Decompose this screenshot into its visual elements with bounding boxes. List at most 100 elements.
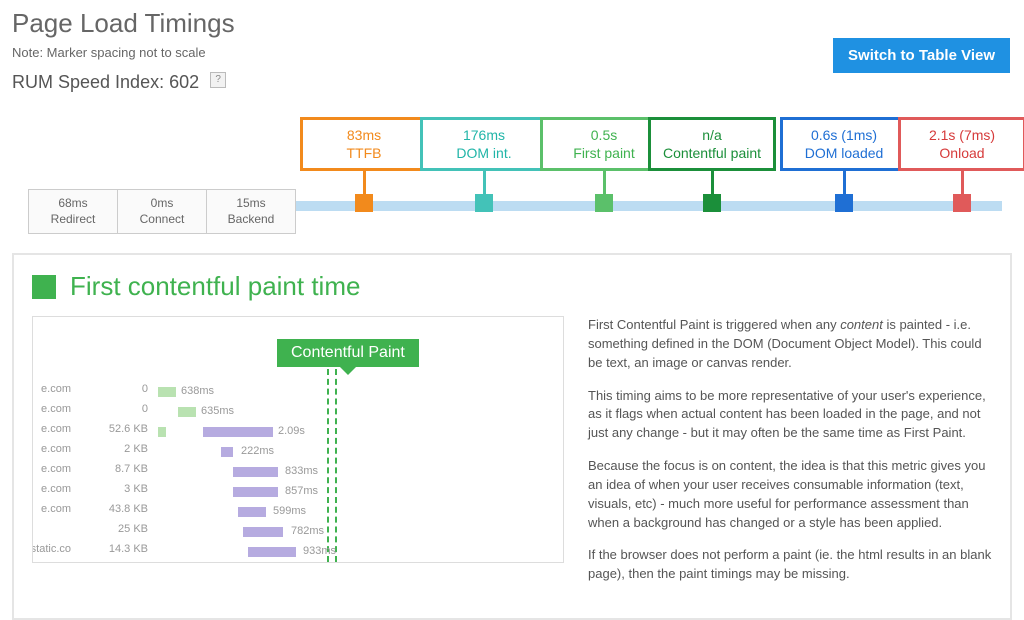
- row-duration: 635ms: [201, 405, 234, 417]
- row-duration: 599ms: [273, 505, 306, 517]
- row-bar-content: [233, 487, 278, 497]
- marker-label: Onload: [905, 144, 1019, 162]
- marker-ttfb[interactable]: 83msTTFB: [300, 117, 428, 212]
- timeline: 68msRedirect0msConnect15msBackend 83msTT…: [12, 117, 1012, 237]
- marker-node: [595, 194, 613, 212]
- row-duration: 638ms: [181, 385, 214, 397]
- row-duration: 222ms: [241, 445, 274, 457]
- row-bar-content: [203, 427, 273, 437]
- row-size: 0: [108, 403, 148, 415]
- marker-card: 0.6s (1ms)DOM loaded: [780, 117, 908, 171]
- waterfall-row: astatic.co14.3 KB933ms: [33, 543, 563, 561]
- speed-value: 602: [169, 72, 199, 92]
- row-bar-content: [221, 447, 233, 457]
- row-bar-content: [248, 547, 296, 557]
- row-domain: e.com: [41, 483, 71, 495]
- pre-step-connect[interactable]: 0msConnect: [118, 189, 207, 234]
- pre-step-label: Redirect: [33, 212, 113, 228]
- marker-card: 2.1s (7ms)Onload: [898, 117, 1024, 171]
- row-duration: 833ms: [285, 465, 318, 477]
- marker-time: 0.6s (1ms): [787, 126, 901, 144]
- pre-step-time: 0ms: [122, 196, 202, 212]
- marker-stem: [483, 171, 486, 196]
- marker-node: [355, 194, 373, 212]
- row-bar-content: [233, 467, 278, 477]
- marker-node: [835, 194, 853, 212]
- marker-stem: [843, 171, 846, 196]
- pre-steps: 68msRedirect0msConnect15msBackend: [28, 189, 296, 234]
- marker-dom-int-[interactable]: 176msDOM int.: [420, 117, 548, 212]
- waterfall-row: e.com 3 KB 857ms: [33, 483, 563, 501]
- waterfall-thumbnail[interactable]: Contentful Paint e.com 0 638ms e.com 0 635ms e…: [32, 316, 564, 563]
- marker-time: 176ms: [427, 126, 541, 144]
- row-bar-dns: [178, 407, 196, 417]
- detail-heading-text: First contentful paint time: [70, 271, 360, 302]
- marker-label: First paint: [547, 144, 661, 162]
- row-size: 14.3 KB: [108, 543, 148, 555]
- marker-time: 2.1s (7ms): [905, 126, 1019, 144]
- marker-stem: [363, 171, 366, 196]
- pre-step-backend[interactable]: 15msBackend: [207, 189, 296, 234]
- speed-label: RUM Speed Index:: [12, 72, 169, 92]
- pre-step-label: Backend: [211, 212, 291, 228]
- p1em: content: [840, 317, 883, 332]
- marker-card: n/aContentful paint: [648, 117, 776, 171]
- marker-label: DOM loaded: [787, 144, 901, 162]
- waterfall-row: e.com 2 KB 222ms: [33, 443, 563, 461]
- marker-time: 0.5s: [547, 126, 661, 144]
- marker-stem: [711, 171, 714, 196]
- marker-time: n/a: [655, 126, 769, 144]
- marker-label: Contentful paint: [655, 144, 769, 162]
- row-duration: 857ms: [285, 485, 318, 497]
- detail-p1: First Contentful Paint is triggered when…: [588, 316, 992, 373]
- row-duration: 933ms: [303, 545, 336, 557]
- row-bar-dns: [158, 387, 176, 397]
- detail-heading: First contentful paint time: [32, 271, 992, 302]
- contentful-paint-flag: Contentful Paint: [277, 339, 419, 367]
- row-size: 52.6 KB: [108, 423, 148, 435]
- detail-p2: This timing aims to be more representati…: [588, 387, 992, 444]
- marker-card: 176msDOM int.: [420, 117, 548, 171]
- row-duration: 2.09s: [278, 425, 305, 437]
- pre-step-redirect[interactable]: 68msRedirect: [28, 189, 118, 234]
- row-size: 0: [108, 383, 148, 395]
- waterfall-row: e.com 43.8 KB 599ms: [33, 503, 563, 521]
- row-domain: e.com: [41, 383, 71, 395]
- marker-node: [953, 194, 971, 212]
- waterfall-row: e.com52.6 KB2.09s: [33, 423, 563, 441]
- row-size: 2 KB: [108, 443, 148, 455]
- row-size: 8.7 KB: [108, 463, 148, 475]
- marker-label: DOM int.: [427, 144, 541, 162]
- row-bar-dns: [158, 427, 166, 437]
- row-bar-content: [238, 507, 266, 517]
- page-title: Page Load Timings: [12, 8, 1012, 39]
- waterfall-row: e.com 0 638ms: [33, 383, 563, 401]
- marker-card: 83msTTFB: [300, 117, 428, 171]
- rum-speed-index: RUM Speed Index: 602 ?: [12, 72, 1012, 93]
- detail-p3: Because the focus is on content, the ide…: [588, 457, 992, 532]
- marker-node: [475, 194, 493, 212]
- p1a: First Contentful Paint is triggered when…: [588, 317, 840, 332]
- waterfall-row: 25 KB 782ms: [33, 523, 563, 541]
- marker-onload[interactable]: 2.1s (7ms)Onload: [898, 117, 1024, 212]
- row-duration: 782ms: [291, 525, 324, 537]
- marker-node: [703, 194, 721, 212]
- marker-label: TTFB: [307, 144, 421, 162]
- waterfall-row: e.com8.7 KB833ms: [33, 463, 563, 481]
- row-bar-content: [243, 527, 283, 537]
- row-size: 25 KB: [108, 523, 148, 535]
- help-icon[interactable]: ?: [210, 72, 226, 88]
- row-size: 3 KB: [108, 483, 148, 495]
- detail-description: First Contentful Paint is triggered when…: [588, 316, 992, 598]
- row-domain: e.com: [41, 443, 71, 455]
- marker-time: 83ms: [307, 126, 421, 144]
- marker-dom-loaded[interactable]: 0.6s (1ms)DOM loaded: [780, 117, 908, 212]
- heading-square-icon: [32, 275, 56, 299]
- pre-step-time: 15ms: [211, 196, 291, 212]
- row-domain: e.com: [41, 503, 71, 515]
- row-size: 43.8 KB: [108, 503, 148, 515]
- marker-contentful-paint[interactable]: n/aContentful paint: [648, 117, 776, 212]
- switch-to-table-button[interactable]: Switch to Table View: [833, 38, 1010, 73]
- pre-step-time: 68ms: [33, 196, 113, 212]
- waterfall-row: e.com0635ms: [33, 403, 563, 421]
